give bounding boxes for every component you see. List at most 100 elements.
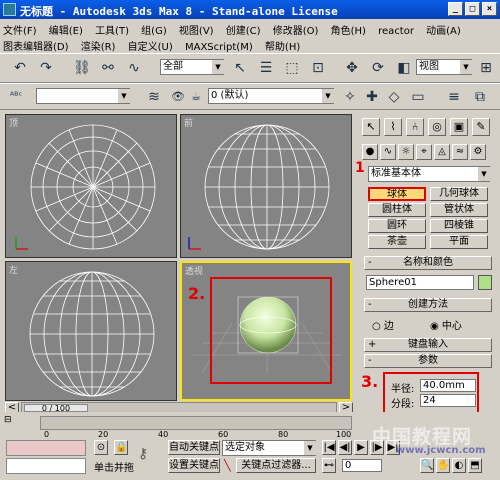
rotate-icon[interactable]: ⟳ [368,58,388,78]
menu-character[interactable]: 角色(H) [331,26,366,37]
space-warps-icon[interactable]: ≈ [452,144,468,160]
key-mode-dropdown[interactable]: 选定对象 ▼ [222,440,316,456]
abc-text-icon[interactable]: ᴬᴮᶜ [6,87,26,107]
lock-icon[interactable]: ⊙ [94,440,108,455]
menu-edit[interactable]: 编辑(E) [49,26,83,37]
method-edge-radio[interactable]: ○ 边 [372,317,394,332]
cylinder-button[interactable]: 圆柱体 [368,203,426,217]
undo-icon[interactable]: ↶ [10,58,30,78]
maxscript-output[interactable] [6,458,86,474]
select-link-icon[interactable]: ⛓ [72,58,92,78]
tube-button[interactable]: 管状体 [430,203,488,217]
select-by-name-icon[interactable]: ☰ [256,58,276,78]
sphere-button[interactable]: 球体 [368,187,426,201]
parameters-rollout[interactable]: - 参数 [364,354,492,368]
region-select-icon[interactable]: ⬚ [282,58,302,78]
layer-stack-icon[interactable]: ⧉ [470,87,490,107]
layer-dropdown[interactable]: 0 (默认) ▼ [208,88,334,104]
category-dropdown[interactable]: 标准基本体 ▼ [368,166,490,182]
modify-tab-icon[interactable]: ⌇ [384,118,402,136]
menu-graph-editors[interactable]: 图表编辑器(D) [3,42,69,53]
menu-help[interactable]: 帮助(H) [265,42,300,53]
helpers-icon[interactable]: ◬ [434,144,450,160]
play-icon[interactable]: ▶ [354,440,368,455]
utilities-tab-icon[interactable]: ✎ [472,118,490,136]
select-layer-icon[interactable]: ◇ [384,87,404,107]
prev-frame-icon[interactable]: ◀| [338,440,352,455]
viewport-top[interactable]: 顶 [5,114,177,258]
close-button[interactable]: × [482,2,497,16]
create-tab-icon[interactable]: ↖ [362,118,380,136]
window-crossing-icon[interactable]: ⊡ [308,58,328,78]
geometry-icon[interactable]: ● [362,144,378,160]
orbit-icon[interactable]: ◐ [452,458,466,473]
layer-manager-icon[interactable]: ≋ [144,87,164,107]
teapot-button[interactable]: 茶壶 [368,235,426,249]
minimize-button[interactable]: _ [448,2,463,16]
motion-tab-icon[interactable]: ◎ [428,118,446,136]
create-layer-icon[interactable]: ✧ [340,87,360,107]
pan-icon[interactable]: ✋ [436,458,450,473]
zoom-icon[interactable]: 🔍 [420,458,434,473]
key-mode-icon[interactable]: ⊷ [322,458,336,473]
auto-key-button[interactable]: 自动关键点 [168,440,220,455]
set-key-button[interactable]: 设置关键点 [168,458,220,473]
systems-icon[interactable]: ⚙ [470,144,486,160]
menu-animation[interactable]: 动画(A) [426,26,461,37]
menu-modifiers[interactable]: 修改器(O) [273,26,319,37]
scale-icon[interactable]: ◧ [394,58,414,78]
cameras-icon[interactable]: ⌖ [416,144,432,160]
maximize-viewport-icon[interactable]: ⬒ [468,458,482,473]
method-center-radio[interactable]: ◉ 中心 [430,317,462,332]
selection-filter-dropdown[interactable]: 全部 ▼ [160,59,224,75]
select-object-icon[interactable]: ↖ [230,58,250,78]
torus-button[interactable]: 圆环 [368,219,426,233]
keyboard-entry-rollout[interactable]: + 键盘输入 [364,338,492,352]
menu-group[interactable]: 组(G) [141,26,167,37]
maxscript-listener[interactable] [6,440,86,456]
menu-reactor[interactable]: reactor [378,26,414,37]
creation-method-rollout[interactable]: - 创建方法 [364,298,492,312]
menu-file[interactable]: 文件(F) [3,26,37,37]
freeze-teapot-icon[interactable]: ☕ [186,87,206,107]
menu-create[interactable]: 创建(C) [226,26,261,37]
current-frame-input[interactable]: 0 [342,459,382,472]
annotation-step-3: 3. [361,372,379,391]
geosphere-button[interactable]: 几何球体 [430,187,488,201]
track-bar-icon[interactable]: ⊟ [4,415,32,429]
pyramid-button[interactable]: 四棱锥 [430,219,488,233]
object-color-swatch[interactable] [478,275,492,290]
menu-customize[interactable]: 自定义(U) [128,42,173,53]
hierarchy-tab-icon[interactable]: ⑃ [406,118,424,136]
pivot-center-icon[interactable]: ⊞ [476,58,496,78]
menu-tools[interactable]: 工具(T) [95,26,129,37]
menu-maxscript[interactable]: MAXScript(M) [185,42,253,53]
plane-button[interactable]: 平面 [430,235,488,249]
add-to-layer-icon[interactable]: ✚ [362,87,382,107]
viewport-left[interactable]: 左 [5,261,177,401]
viewport-front[interactable]: 前 [180,114,352,258]
redo-icon[interactable]: ↷ [36,58,56,78]
menu-views[interactable]: 视图(V) [179,26,214,37]
key-filters-button[interactable]: 关键点过滤器... [236,458,316,473]
unlink-icon[interactable]: ⚯ [98,58,118,78]
lights-icon[interactable]: ☼ [398,144,414,160]
display-tab-icon[interactable]: ▣ [450,118,468,136]
method-edge-label: 边 [383,321,394,332]
object-name-input[interactable]: Sphere01 [366,275,474,290]
visibility-eye-icon[interactable]: 👁 [168,87,188,107]
reference-coord-dropdown[interactable]: 视图 ▼ [416,59,472,75]
name-color-rollout[interactable]: - 名称和颜色 [364,256,492,270]
time-slider-thumb[interactable]: 0 / 100 [24,404,88,413]
shapes-icon[interactable]: ∿ [380,144,396,160]
layer-list-icon[interactable]: ≡ [444,87,464,107]
bind-space-warp-icon[interactable]: ∿ [124,58,144,78]
layer-properties-icon[interactable]: ▭ [408,87,428,107]
go-start-icon[interactable]: |◀ [322,440,336,455]
menu-rendering[interactable]: 渲染(R) [81,42,116,53]
move-icon[interactable]: ✥ [342,58,362,78]
named-selection-dropdown[interactable]: ▼ [36,88,130,104]
track-bar[interactable] [40,416,352,430]
selection-lock-icon[interactable]: 🔒 [114,440,128,455]
maximize-button[interactable]: □ [465,2,480,16]
